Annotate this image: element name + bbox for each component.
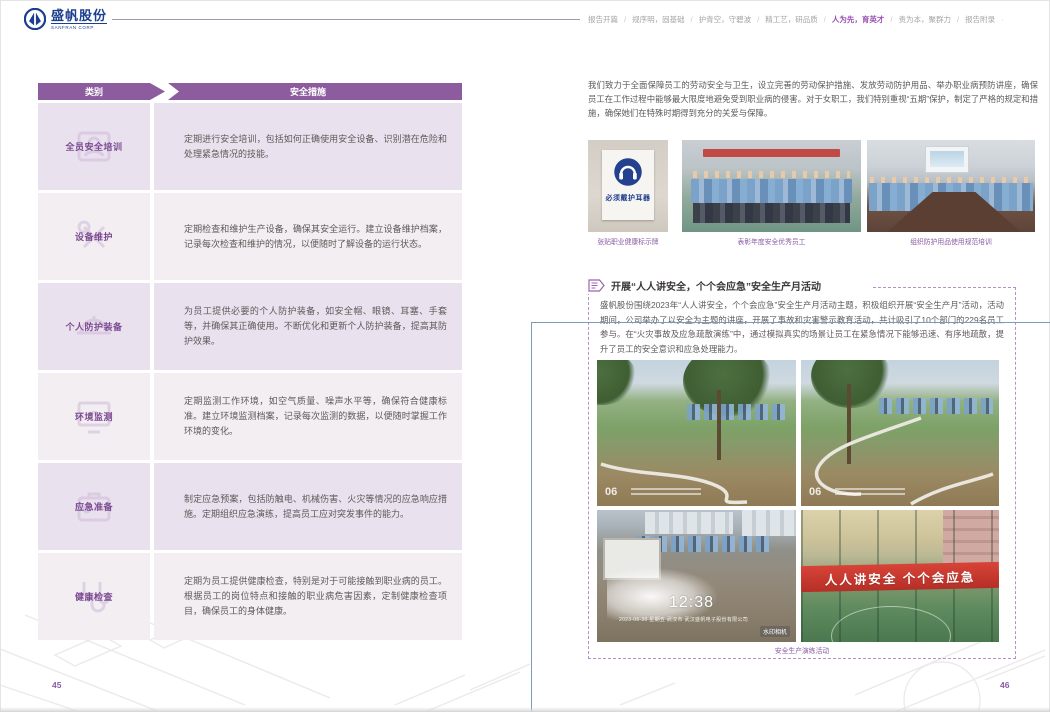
table-row: 环境监测 定期监测工作环境，如空气质量、噪声水平等，确保符合健康标准。建立环境监…	[38, 373, 462, 460]
watermark-text-blur	[631, 486, 701, 495]
company-subtitle: SANFRAN CORP	[51, 23, 107, 30]
nav-item-people-active[interactable]: 人为先，育英才	[832, 14, 885, 25]
page-bottom-edge	[0, 707, 1050, 712]
category-label: 健康检查	[75, 590, 113, 603]
safety-measures-table: 类别 安全措施 全员安全培训 定期进行安全培训，包括如何正确使用安全设备、识别潜…	[38, 83, 462, 643]
nav-trailing-dot: ·	[1001, 15, 1004, 24]
company-logo: 盛帆股份 SANFRAN CORP	[24, 8, 107, 30]
photo-health-sign: 必须戴护耳器	[588, 140, 668, 232]
tree	[597, 360, 637, 405]
watermark-text-blur	[835, 486, 905, 495]
activity-title: 开展“人人讲安全，个个会应急”安全生产月活动	[611, 278, 821, 293]
category-label: 全员安全培训	[65, 140, 122, 153]
category-label: 应急准备	[75, 500, 113, 513]
measure-text: 定期检查和维护生产设备，确保其安全运行。建立设备维护档案，记录每次检查和维护的情…	[154, 193, 462, 280]
company-name: 盛帆股份	[51, 9, 107, 23]
list-flag-icon	[588, 279, 605, 292]
nav-item-appendix[interactable]: 报告附录	[965, 14, 995, 25]
category-cell: 环境监测	[38, 373, 150, 460]
report-spread: 盛帆股份 SANFRAN CORP 报告开篇 / 规序明，固基础 / 护青空，守…	[0, 0, 1050, 712]
nav-separator: /	[691, 15, 693, 24]
people-torsos	[691, 179, 852, 203]
nav-separator: /	[957, 15, 959, 24]
activity-body: 盛帆股份围绕2023年“人人讲安全，个个会应急”安全生产月活动主题，积极组织开展…	[600, 298, 1004, 356]
photo-drill-outdoor-1: 06	[597, 360, 796, 506]
photo-ppe-training	[867, 140, 1035, 232]
nav-separator: /	[824, 15, 826, 24]
nav-separator: /	[890, 15, 892, 24]
drill-grid-caption: 安全生产演练活动	[588, 645, 1016, 655]
ear-protection-icon	[613, 157, 643, 187]
category-cell: 健康检查	[38, 553, 150, 640]
employee-crowd	[879, 398, 993, 414]
nav-item-responsibility[interactable]: 责为本，聚群力	[898, 14, 951, 25]
cad-line-vertical	[531, 322, 532, 712]
watermark-camera-badge: 水印相机	[760, 626, 790, 637]
measure-text: 制定应急预案，包括防触电、机械伤害、火灾等情况的应急响应措施。定期组织应急演练，…	[154, 463, 462, 550]
photo-watermark: 06	[809, 486, 821, 498]
nav-item-environment[interactable]: 护青空，守碧波	[699, 14, 752, 25]
photo-caption: 张贴职业健康标示牌	[588, 236, 668, 246]
employee-crowd	[687, 404, 788, 420]
col-header-category: 类别	[38, 83, 166, 100]
table-row: 健康检查 定期为员工提供健康检查，特别是对于可能接触到职业病的员工。根据员工的岗…	[38, 553, 462, 640]
page-number-left: 45	[52, 680, 61, 690]
photo-timestamp: 12:38	[669, 594, 714, 612]
photo-caption: 组织防护用品使用规范培训	[867, 236, 1035, 246]
table-row: 应急准备 制定应急预案，包括防触电、机械伤害、火灾等情况的应急响应措施。定期组织…	[38, 463, 462, 550]
col-header-measures: 安全措施	[154, 83, 462, 100]
nav-item-opening[interactable]: 报告开篇	[588, 14, 618, 25]
ear-protection-sign: 必须戴护耳器	[602, 150, 654, 220]
measure-text: 为员工提供必要的个人防护装备，如安全帽、眼镜、耳塞、手套等，并确保其正确使用。不…	[154, 283, 462, 370]
intro-paragraph: 我们致力于全面保障员工的劳动安全与卫生，设立完善的劳动保护措施、发放劳动防护用品…	[588, 78, 1038, 120]
people-legs	[693, 203, 851, 223]
people-heads	[693, 171, 851, 178]
photo-timestamp-detail: 2023-06-30 星期五 武汉市 武汉盛帆电子股份有限公司	[619, 616, 748, 623]
table-row: 全员安全培训 定期进行安全培训，包括如何正确使用安全设备、识别潜在危险和处理紧急…	[38, 103, 462, 190]
photo-evacuation-drill: 12:38 2023-06-30 星期五 武汉市 武汉盛帆电子股份有限公司 水印…	[597, 510, 796, 642]
top-nav: 报告开篇 / 规序明，固基础 / 护青空，守碧波 / 精工艺，研品质 / 人为先…	[588, 14, 1040, 25]
page-number-right: 46	[1000, 680, 1009, 690]
table-header-row: 类别 安全措施	[38, 83, 462, 100]
presentation-screen	[925, 146, 969, 173]
factory-banner	[703, 149, 839, 157]
building	[645, 512, 733, 534]
category-label: 环境监测	[75, 410, 113, 423]
cad-line-horizontal	[531, 322, 1050, 323]
category-label: 个人防护装备	[65, 320, 122, 333]
nav-item-quality[interactable]: 精工艺，研品质	[765, 14, 818, 25]
safety-month-banner: 人人讲安全 个个会应急	[801, 562, 999, 592]
category-cell: 全员安全培训	[38, 103, 150, 190]
banner-text: 人人讲安全 个个会应急	[825, 566, 976, 588]
measure-text: 定期监测工作环境，如空气质量、噪声水平等，确保符合健康标准。建立环境监测档案，记…	[154, 373, 462, 460]
nav-separator: /	[757, 15, 759, 24]
photo-caption: 表彰年度安全优秀员工	[682, 236, 861, 246]
sign-text: 必须戴护耳器	[606, 193, 651, 203]
logo-sail-icon	[24, 8, 46, 30]
header-divider	[112, 19, 580, 20]
table-row: 设备维护 定期检查和维护生产设备，确保其安全运行。建立设备维护档案，记录每次检查…	[38, 193, 462, 280]
nav-separator: /	[624, 15, 626, 24]
measure-text: 定期进行安全培训，包括如何正确使用安全设备、识别潜在危险和处理紧急情况的技能。	[154, 103, 462, 190]
category-cell: 设备维护	[38, 193, 150, 280]
photo-drill-outdoor-2: 06	[801, 360, 999, 506]
fire-hose	[597, 446, 796, 506]
table-row: 个人防护装备 为员工提供必要的个人防护装备，如安全帽、眼镜、耳塞、手套等，并确保…	[38, 283, 462, 370]
photo-banner-court: 人人讲安全 个个会应急	[801, 510, 999, 642]
category-label: 设备维护	[75, 230, 113, 243]
nav-item-governance[interactable]: 规序明，固基础	[632, 14, 685, 25]
activity-header: 开展“人人讲安全，个个会应急”安全生产月活动	[588, 276, 872, 294]
building	[742, 510, 796, 536]
photo-watermark: 06	[605, 486, 617, 498]
photo-award-group	[682, 140, 861, 232]
category-cell: 应急准备	[38, 463, 150, 550]
measure-text: 定期为员工提供健康检查，特别是对于可能接触到职业病的员工。根据员工的岗位特点和接…	[154, 553, 462, 640]
category-cell: 个人防护装备	[38, 283, 150, 370]
